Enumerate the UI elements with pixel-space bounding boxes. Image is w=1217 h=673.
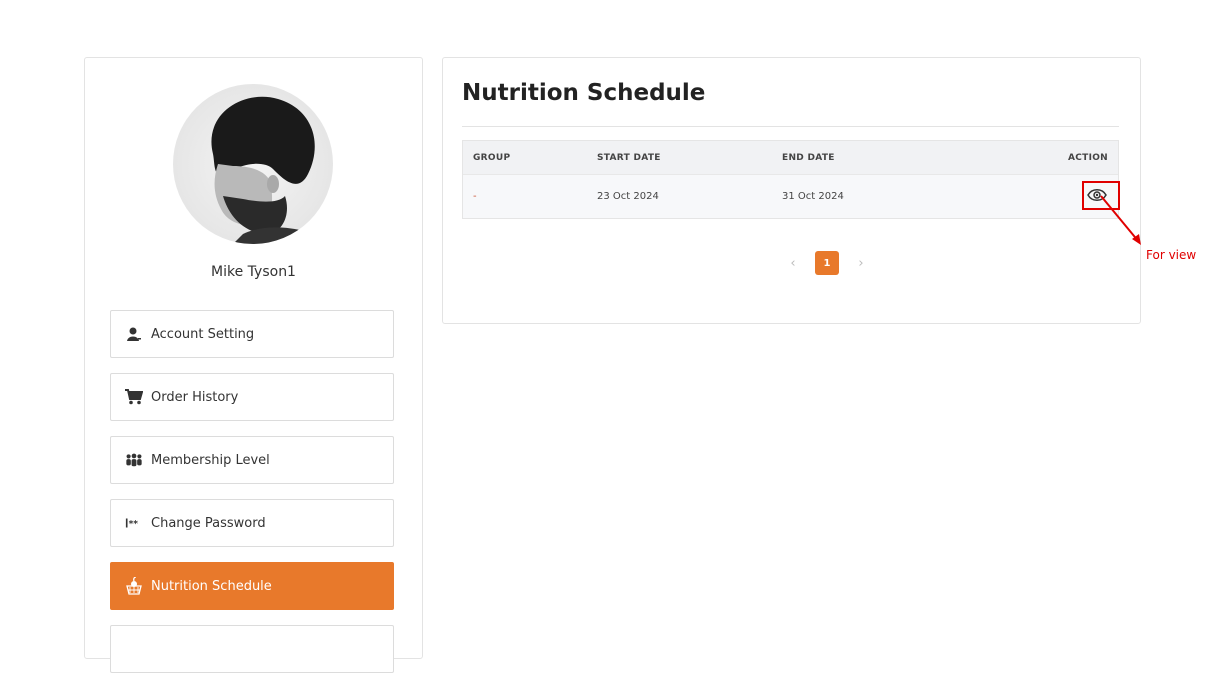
prev-page-button[interactable]: ‹ [783, 256, 803, 271]
page-button-current[interactable]: 1 [815, 251, 839, 275]
cart-icon [125, 388, 143, 406]
cell-start-date: 23 Oct 2024 [597, 191, 659, 202]
sidebar-item-account-setting[interactable]: Account Setting [110, 310, 394, 358]
profile-sidebar: Mike Tyson1 Account Setting Order Histor… [84, 57, 423, 673]
divider [462, 126, 1119, 127]
sidebar-item-label: Order History [151, 389, 239, 405]
password-icon: ** [125, 514, 143, 532]
sidebar-item-change-password[interactable]: ** Change Password [110, 499, 394, 547]
table-header: GROUP START DATE END DATE ACTION [463, 141, 1118, 174]
user-name: Mike Tyson1 [211, 264, 296, 280]
cell-group: - [473, 191, 477, 202]
table-row: - 23 Oct 2024 31 Oct 2024 [463, 174, 1120, 218]
column-header-start-date: START DATE [597, 152, 661, 163]
svg-text:**: ** [129, 520, 139, 529]
sidebar-item-label: Account Setting [151, 326, 255, 342]
avatar [173, 84, 333, 244]
sidebar-item-nutrition-schedule[interactable]: Nutrition Schedule [110, 562, 394, 610]
pagination: ‹ 1 › [783, 251, 871, 275]
apple-basket-icon [125, 577, 143, 595]
next-page-button[interactable]: › [851, 256, 871, 271]
annotation-arrow [1100, 195, 1141, 245]
sidebar-item-label: Change Password [151, 515, 266, 531]
sidebar-item-order-history[interactable]: Order History [110, 373, 394, 421]
sidebar-item-label: Membership Level [151, 452, 270, 468]
nutrition-schedule-panel: Nutrition Schedule GROUP START DATE END … [442, 57, 1141, 324]
column-header-end-date: END DATE [782, 152, 835, 163]
cell-end-date: 31 Oct 2024 [782, 191, 844, 202]
sidebar-item-more[interactable] [110, 625, 394, 673]
column-header-action: ACTION [1067, 152, 1108, 163]
sidebar-item-membership-level[interactable]: Membership Level [110, 436, 394, 484]
page-title: Nutrition Schedule [462, 80, 706, 106]
annotation-label: For view [1146, 248, 1197, 262]
sidebar-item-label: Nutrition Schedule [151, 578, 272, 594]
column-header-group: GROUP [473, 152, 511, 163]
user-icon [125, 325, 143, 343]
group-icon [125, 451, 143, 469]
schedule-table: GROUP START DATE END DATE ACTION - 23 Oc… [462, 140, 1120, 219]
